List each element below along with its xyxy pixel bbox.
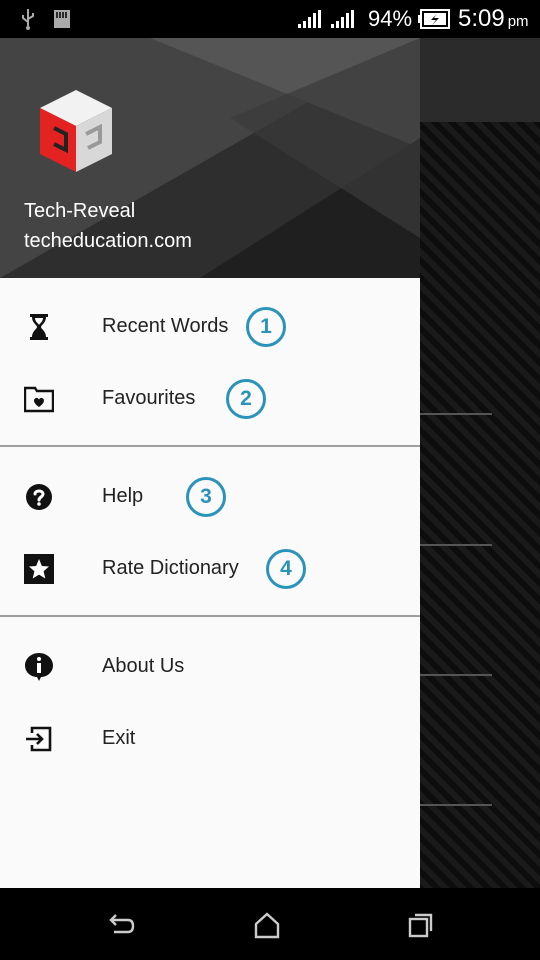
home-icon[interactable]: [252, 910, 282, 940]
battery-percent: 94%: [368, 6, 413, 31]
signal-icon: [331, 10, 354, 28]
drawer-header: Tech-Reveal techeducation.com: [0, 38, 420, 278]
menu-item-about-us[interactable]: About Us: [0, 630, 420, 702]
menu-item-favourites[interactable]: Favourites 2: [0, 362, 420, 434]
menu-divider: [0, 615, 420, 617]
system-nav-bar: [0, 888, 540, 960]
step-badge: 3: [186, 477, 226, 517]
help-circle-icon: [26, 484, 52, 510]
exit-icon: [26, 726, 52, 752]
list-divider: [420, 413, 492, 415]
list-divider: [420, 804, 492, 806]
menu-item-label: Exit: [102, 727, 136, 749]
recents-icon[interactable]: [406, 910, 436, 940]
menu-item-rate-dictionary[interactable]: Rate Dictionary 4: [0, 532, 420, 604]
step-badge: 2: [226, 379, 266, 419]
menu-item-recent-words[interactable]: Recent Words 1: [0, 290, 420, 362]
header-subtitle: techeducation.com: [24, 230, 192, 252]
menu-item-label: Help: [102, 485, 144, 507]
usb-icon: [22, 9, 34, 30]
list-divider: [420, 674, 492, 676]
info-bubble-icon: [25, 653, 53, 681]
clock: 5:09 pm: [458, 5, 529, 32]
menu-item-label: Favourites: [102, 387, 196, 409]
menu-item-label: Recent Words: [102, 315, 229, 337]
menu-item-label: Rate Dictionary: [102, 557, 239, 579]
main-toolbar: [420, 38, 540, 122]
list-divider: [420, 544, 492, 546]
sd-card-icon: [54, 10, 70, 28]
menu-item-label: About Us: [102, 655, 185, 677]
signal-icon: [298, 10, 321, 28]
header-title: Tech-Reveal: [24, 200, 136, 222]
step-badge: 4: [266, 549, 306, 589]
menu-item-exit[interactable]: Exit: [0, 702, 420, 774]
app-logo: [40, 90, 112, 172]
star-box-icon: [24, 554, 54, 584]
back-icon[interactable]: [106, 910, 136, 940]
step-badge: 1: [246, 307, 286, 347]
navigation-drawer: Tech-Reveal techeducation.com Recent Wor…: [0, 38, 420, 888]
hourglass-icon: [30, 314, 48, 340]
battery-charging-icon: [418, 9, 450, 29]
folder-heart-icon: [24, 386, 54, 413]
menu-item-help[interactable]: Help 3: [0, 460, 420, 532]
menu-divider: [0, 445, 420, 447]
status-bar: 94% 5:09 pm: [0, 0, 540, 38]
